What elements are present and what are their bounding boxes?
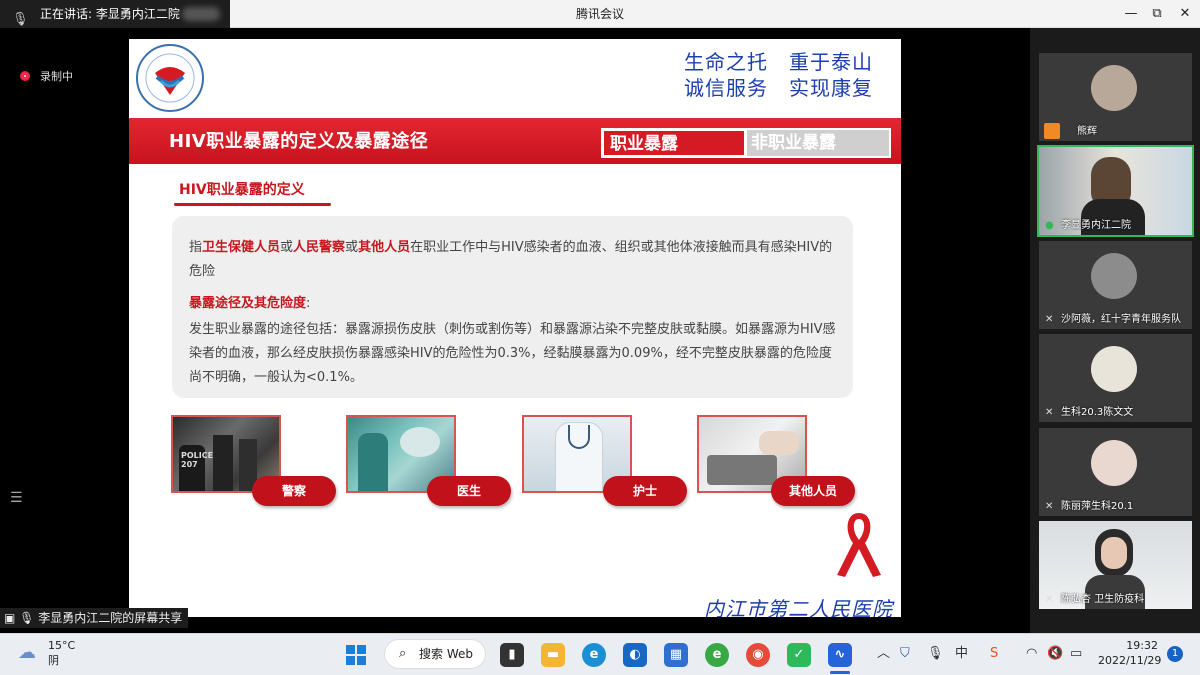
participant-tile[interactable]: ✕ 沙阿薇，红十字青年服务队 [1039, 241, 1192, 329]
role-label-doctor: 医生 [427, 476, 511, 506]
windows-start-icon[interactable] [346, 645, 366, 665]
active-app-indicator [830, 671, 850, 674]
route-heading: 暴露途径及其危险度: [189, 292, 839, 316]
definition-prefix: 指 [189, 240, 203, 255]
input-method-icon[interactable]: 中 [955, 645, 968, 663]
edge-browser-icon[interactable]: e [582, 643, 606, 667]
system-clock[interactable]: 19:32 2022/11/29 [1098, 638, 1162, 668]
chrome-icon[interactable]: ◉ [746, 643, 770, 667]
hospital-motto: 生命之托 重于泰山 诚信服务 实现康复 [653, 49, 873, 101]
recording-indicator[interactable]: 录制中 [20, 68, 73, 86]
app-icon[interactable]: ◐ [623, 643, 647, 667]
close-button[interactable]: ✕ [1170, 0, 1200, 28]
participant-name: 陈丽萍生科20.1 [1061, 501, 1134, 512]
avatar [1091, 346, 1137, 392]
route-text: 发生职业暴露的途径包括：暴露源损伤皮肤（刺伤或割伤等）和暴露源沾染不完整皮肤或黏… [189, 322, 836, 385]
definition-text: 指卫生保健人员或人民警察或其他人员在职业工作中与HIV感染者的血液、组织或其他体… [189, 236, 839, 284]
definition-card: 指卫生保健人员或人民警察或其他人员在职业工作中与HIV感染者的血液、组织或其他体… [172, 216, 853, 398]
motto-line-2: 诚信服务 实现康复 [684, 76, 873, 100]
task-view-icon[interactable]: ▮ [500, 643, 524, 667]
participant-tile-active-speaker[interactable]: ● 李显勇内江二院 [1037, 145, 1194, 237]
participant-tile[interactable]: ✕ 陈丽萍生科20.1 [1039, 428, 1192, 516]
participant-name: 李显勇内江二院 [1061, 220, 1131, 231]
police-number-text: 207 [181, 460, 198, 469]
active-speaker-indicator: 🎙 正在讲话: 李显勇内江二院 [0, 0, 230, 28]
side-menu-icon[interactable]: ☰ [10, 490, 23, 506]
hospital-logo [136, 44, 204, 112]
participant-tile[interactable]: ✕ 陈弘杏 卫生防疫科 [1039, 521, 1192, 609]
role-healthcare-worker: 卫生保健人员 [202, 240, 281, 255]
screen-share-text: 李显勇内江二院的屏幕共享 [38, 611, 183, 625]
app-tray-icon[interactable]: S [990, 645, 998, 663]
cloud-icon: ☁ [18, 642, 36, 663]
avatar [1091, 65, 1137, 111]
shared-screen-stage: 录制中 ☰ 生命之托 重于泰山 诚信服务 实现康复 HIV职业暴露的定义及暴露途… [0, 28, 1030, 633]
wifi-icon[interactable]: ◠ [1026, 645, 1037, 663]
participant-panel: 熊辉 ● 李显勇内江二院 ✕ 沙阿薇，红十字青年服务队 ✕ 生科20.3陈文文 … [1030, 28, 1200, 633]
record-dot-icon [20, 71, 30, 81]
security-shield-icon[interactable]: ⛉ [900, 645, 910, 663]
definition-or: 或 [280, 240, 294, 255]
file-explorer-icon[interactable]: ▬ [541, 643, 565, 667]
section-underline [174, 203, 331, 206]
screen-share-label: ▣ 🎙 李显勇内江二院的屏幕共享 [0, 608, 188, 628]
internet-explorer-icon[interactable]: e [705, 643, 729, 667]
role-label-other: 其他人员 [771, 476, 855, 506]
tencent-meeting-icon[interactable]: ∿ [828, 643, 852, 667]
store-icon[interactable]: ▦ [664, 643, 688, 667]
microphone-icon: 🎙 [12, 12, 29, 27]
taskbar-search[interactable]: ⌕ 搜索 Web [384, 639, 486, 669]
route-heading-text: 暴露途径及其危险度 [189, 296, 307, 311]
speaker-avatar-blur [182, 7, 220, 21]
notification-badge[interactable]: 1 [1167, 646, 1183, 662]
hospital-name: 内江市第二人民医院 [704, 597, 893, 617]
participant-name: 生科20.3陈文文 [1061, 407, 1134, 418]
role-label-police: 警察 [252, 476, 336, 506]
weather-condition: 阴 [48, 654, 59, 667]
exposure-tabs: 职业暴露 非职业暴露 [601, 128, 891, 158]
tab-occupational: 职业暴露 [603, 130, 745, 156]
role-other: 其他人员 [358, 240, 411, 255]
presentation-slide: 生命之托 重于泰山 诚信服务 实现康复 HIV职业暴露的定义及暴露途径 职业暴露… [129, 39, 901, 617]
role-police: 人民警察 [293, 240, 346, 255]
slide-title: HIV职业暴露的定义及暴露途径 [169, 131, 429, 152]
show-hidden-icons[interactable]: ︿ [877, 645, 890, 663]
section-title: HIV职业暴露的定义 [179, 182, 305, 198]
volume-muted-icon[interactable]: 🔇 [1047, 645, 1063, 663]
police-sign-text: POLICE [181, 451, 214, 460]
avatar [1091, 440, 1137, 486]
motto-line-1: 生命之托 重于泰山 [684, 50, 873, 74]
wechat-work-icon[interactable]: ✓ [787, 643, 811, 667]
participant-name: 熊辉 [1077, 126, 1097, 137]
clock-time: 19:32 [1126, 639, 1158, 652]
recording-label: 录制中 [40, 70, 73, 83]
participant-tile[interactable]: ✕ 生科20.3陈文文 [1039, 334, 1192, 422]
role-label-nurse: 护士 [603, 476, 687, 506]
restore-button[interactable]: ⧉ [1142, 0, 1172, 28]
meeting-window: 🎙 正在讲话: 李显勇内江二院 腾讯会议 — ⧉ ✕ 录制中 ☰ 生命之托 重于… [0, 0, 1200, 675]
definition-or: 或 [345, 240, 359, 255]
search-label: 搜索 Web [419, 647, 473, 661]
slide-banner: HIV职业暴露的定义及暴露途径 职业暴露 非职业暴露 [129, 118, 901, 164]
avatar [1091, 253, 1137, 299]
red-ribbon-icon [837, 513, 881, 577]
battery-icon[interactable]: ▭ [1070, 645, 1082, 663]
temperature: 15°C [48, 639, 76, 652]
title-bar: 🎙 正在讲话: 李显勇内江二院 腾讯会议 — ⧉ ✕ [0, 0, 1200, 28]
tab-non-occupational: 非职业暴露 [747, 130, 889, 156]
route-heading-colon: : [306, 296, 311, 311]
search-icon: ⌕ [399, 646, 407, 661]
participant-name: 陈弘杏 卫生防疫科 [1061, 594, 1145, 605]
active-speaker-text: 正在讲话: 李显勇内江二院 [40, 7, 180, 21]
windows-taskbar: ☁ 15°C 阴 ⌕ 搜索 Web ▮ ▬ e ◐ ▦ e ◉ ✓ ∿ ︿ ⛉ 🎙… [0, 633, 1200, 675]
participant-name: 沙阿薇，红十字青年服务队 [1061, 314, 1181, 325]
participant-tile[interactable]: 熊辉 [1039, 53, 1192, 141]
screen-share-icon: ▣ 🎙 [4, 611, 39, 625]
clock-date: 2022/11/29 [1098, 654, 1162, 667]
microphone-tray-icon[interactable]: 🎙 [927, 645, 944, 663]
